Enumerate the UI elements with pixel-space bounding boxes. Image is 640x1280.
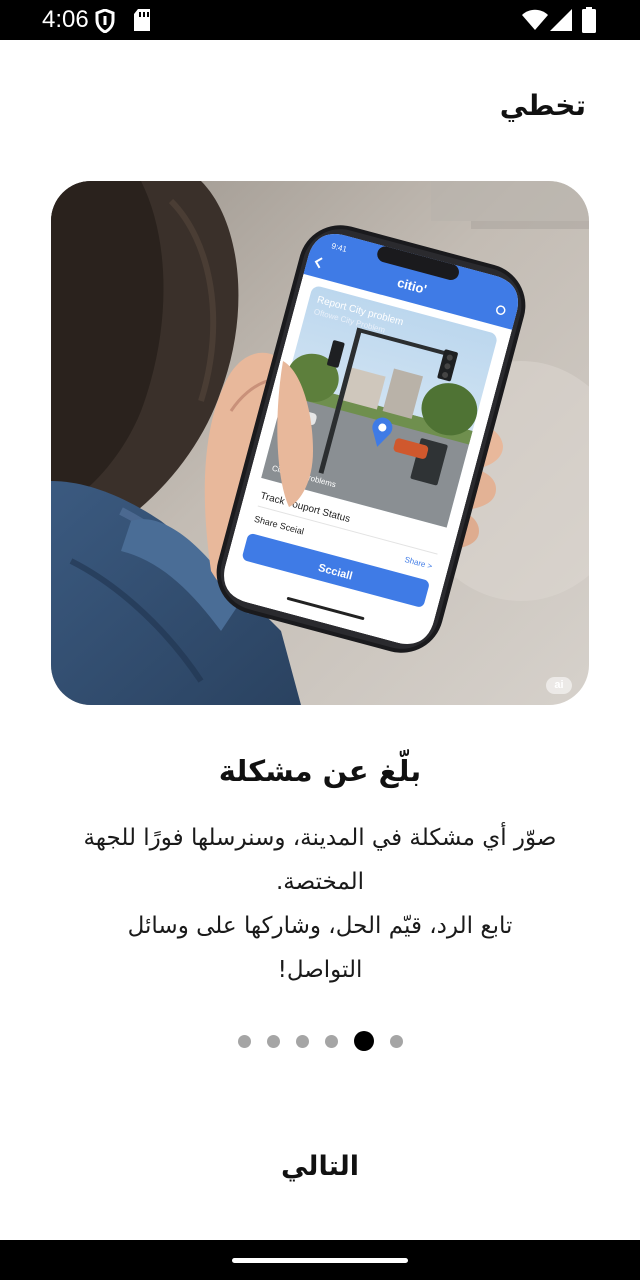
page-dot [295,1034,309,1048]
battery-icon [582,7,596,37]
status-time: 4:06 [42,6,89,33]
description-line: صوّر أي مشكلة في المدينة، وسنرسلها فورًا… [83,825,557,851]
page-dot [266,1034,280,1048]
onboarding-illustration: 9:41 citio' Report City problem Oftowe C… [51,181,589,705]
sd-card-icon [133,9,151,35]
ai-badge: ai [546,677,572,694]
wifi-icon [522,9,548,35]
description-line: المختصة. [275,869,365,895]
status-bar: 4:06 [0,0,640,40]
skip-button[interactable]: تخطي [500,84,586,128]
page-indicator [0,1030,640,1052]
slide-description: صوّر أي مشكلة في المدينة، وسنرسلها فورًا… [60,816,580,992]
page-dot-active [353,1031,374,1051]
vpn-shield-icon [95,8,115,37]
description-line: التواصل! [277,957,363,983]
page-dot [324,1034,338,1048]
description-line: تابع الرد، قيّم الحل، وشاركها على وسائل [127,913,513,939]
cell-signal-icon [550,9,572,35]
slide-title: بلّغ عن مشكلة [218,754,422,788]
home-gesture-handle[interactable] [232,1258,408,1263]
navigation-bar [0,1240,640,1280]
next-button[interactable]: التالي [220,1142,420,1192]
page-dot [237,1034,251,1048]
page-dot [389,1034,403,1048]
